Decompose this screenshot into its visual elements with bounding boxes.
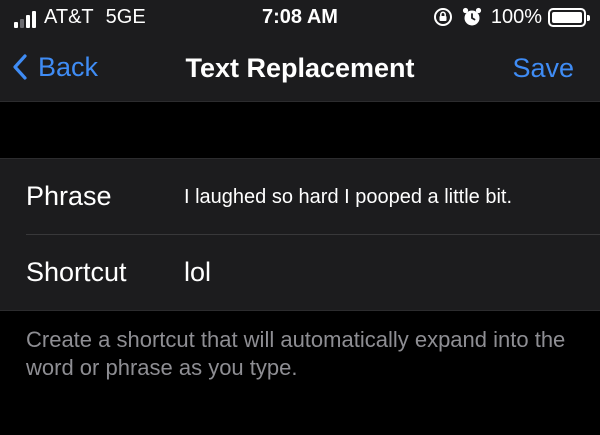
phrase-row: Phrase I laughed so hard I pooped a litt… bbox=[0, 159, 600, 235]
text-replacement-screen: AT&T 5GE 7:08 AM 100% Back Text Replacem… bbox=[0, 0, 600, 435]
alarm-icon bbox=[462, 7, 481, 26]
shortcut-row: Shortcut lol bbox=[0, 235, 600, 311]
shortcut-label: Shortcut bbox=[26, 257, 127, 287]
phrase-label: Phrase bbox=[26, 181, 112, 211]
shortcut-field[interactable]: lol bbox=[184, 255, 584, 289]
battery-percentage: 100% bbox=[490, 6, 542, 28]
phrase-field[interactable]: I laughed so hard I pooped a little bit. bbox=[184, 183, 584, 211]
page-title: Text Replacement bbox=[185, 53, 415, 83]
save-button[interactable]: Save bbox=[512, 51, 574, 85]
status-bar: AT&T 5GE 7:08 AM 100% bbox=[0, 0, 600, 34]
orientation-lock-icon bbox=[433, 8, 452, 26]
battery-icon bbox=[548, 7, 590, 27]
text-replacement-form: Phrase I laughed so hard I pooped a litt… bbox=[0, 158, 600, 311]
footer-description: Create a shortcut that will automaticall… bbox=[26, 327, 566, 380]
status-right: 100% bbox=[433, 6, 590, 28]
navigation-bar: Back Text Replacement Save bbox=[0, 34, 600, 102]
